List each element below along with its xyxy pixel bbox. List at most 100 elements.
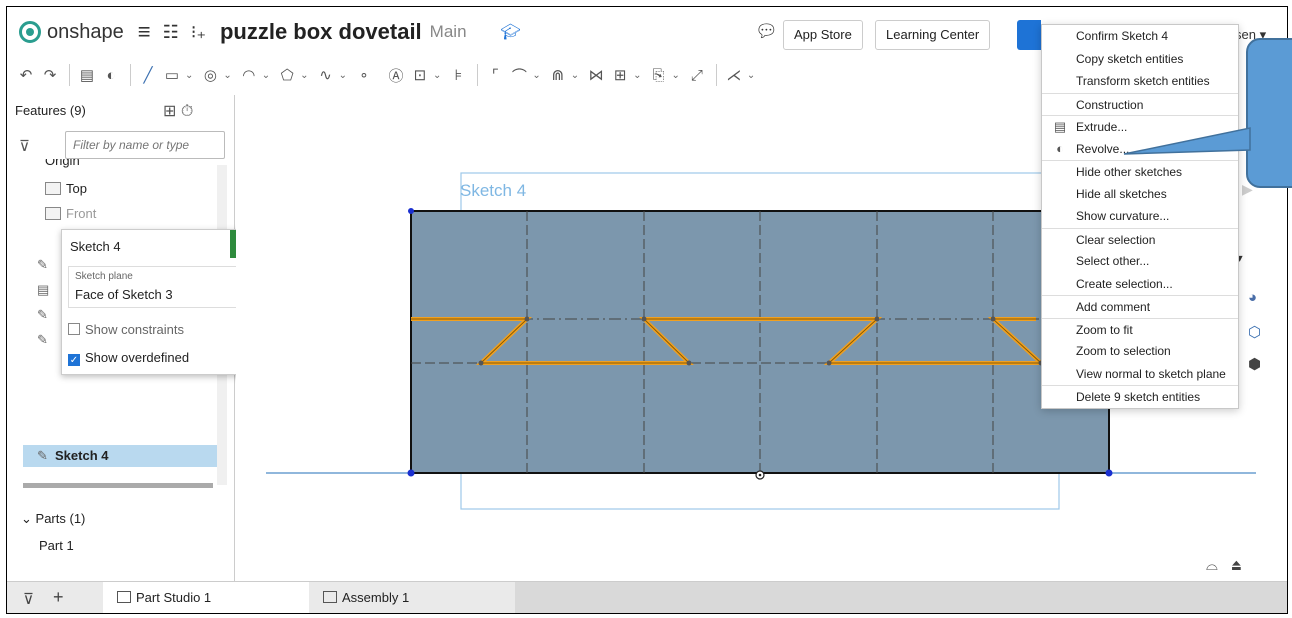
menu-item[interactable]: Zoom to selection (1042, 340, 1238, 363)
menu-item[interactable]: Select other... (1042, 250, 1238, 273)
menu-item[interactable]: Zoom to fit (1042, 317, 1238, 341)
sketch-plane-value: Face of Sketch 3 (75, 287, 173, 302)
dxf-import-icon[interactable]: ⎘ (648, 67, 670, 84)
measure-icon[interactable]: ⌓ (1206, 557, 1218, 574)
learning-center-button[interactable]: Learning Center (875, 20, 991, 50)
circle-tool-icon[interactable]: ◎ (199, 66, 221, 84)
app-name: onshape (47, 20, 124, 43)
insert-icon[interactable]: ⁝₊ (191, 22, 206, 43)
point-tool-icon[interactable]: ∘ (353, 66, 375, 84)
tree-item-sketch-4-selected[interactable]: ✎ Sketch 4 (23, 445, 223, 467)
feature-filter-input[interactable] (65, 131, 225, 159)
mirror-tool-icon[interactable]: ⋈ (585, 66, 607, 84)
menu-item[interactable]: Create selection... (1042, 273, 1238, 296)
revolve-tool-icon[interactable]: ◐ (100, 67, 122, 84)
parts-header-label: Parts (1) (35, 511, 86, 526)
text-tool-icon[interactable]: Ⓐ (385, 65, 407, 86)
document-name[interactable]: puzzle box dovetail (220, 19, 422, 45)
branch-name[interactable]: Main (430, 22, 467, 42)
undo-icon[interactable]: ↶ (15, 66, 37, 84)
chevron-down-icon[interactable]: ⌄ (747, 70, 755, 81)
share-button[interactable] (1017, 20, 1041, 50)
folder-icon[interactable]: ⊞ (163, 103, 176, 120)
filter-icon[interactable]: ⊽ (19, 137, 30, 155)
chevron-down-icon[interactable]: ⌄ (672, 70, 680, 81)
arc-tool-icon[interactable]: ◠ (238, 66, 260, 84)
revolve-icon: ◐ (1056, 140, 1064, 156)
comment-icon[interactable]: 💬︎ (755, 21, 778, 42)
chevron-down-icon[interactable]: ⌄ (339, 70, 347, 81)
menu-item-label: Zoom to fit (1076, 322, 1133, 337)
chevron-down-icon[interactable]: ⌄ (571, 70, 579, 81)
rollback-timer-icon[interactable]: ⏱︎ (181, 103, 193, 120)
chevron-down-icon[interactable]: ⌄ (262, 70, 270, 81)
horizontal-scrollbar[interactable] (23, 483, 213, 488)
tab-list-icon[interactable]: ⊽ (23, 590, 34, 608)
constraint-tool-icon[interactable]: ⋌ (723, 66, 745, 84)
extrude-tool-icon[interactable]: ▤ (76, 66, 98, 84)
midpoint-tool-icon[interactable]: ⊧ (447, 66, 469, 84)
trim-tool-icon[interactable]: ⌒ (508, 65, 530, 86)
toolbar-divider (130, 64, 131, 86)
tree-item-label: Origin (45, 159, 80, 168)
plane-icon (45, 207, 61, 220)
mass-properties-icon[interactable]: ⏏ (1230, 557, 1242, 574)
sketch-plane-field[interactable]: Sketch plane Face of Sketch 3 ✕ (68, 266, 254, 308)
chevron-down-icon[interactable]: ⌄ (633, 70, 641, 81)
menu-item[interactable]: Construction (1042, 92, 1238, 116)
sketch-dialog-title: Sketch 4 (70, 239, 121, 254)
spline-tool-icon[interactable]: ∿ (315, 66, 337, 84)
dimension-tool-icon[interactable]: ⤢ (686, 67, 708, 84)
part-item[interactable]: Part 1 (39, 538, 74, 553)
tree-item-label: Front (66, 206, 97, 221)
tree-item-origin[interactable]: Origin (45, 159, 80, 169)
fillet-tool-icon[interactable]: ⌜ (484, 66, 506, 84)
tab-part-studio[interactable]: Part Studio 1 (103, 582, 309, 613)
menu-item[interactable]: Confirm Sketch 4 (1042, 25, 1238, 48)
menu-item[interactable]: ◐ Revolve... (1042, 138, 1238, 161)
show-overdefined-checkbox[interactable]: ✓ Show overdefined (68, 350, 189, 366)
view-cube-icon[interactable]: ⬡ (1248, 323, 1261, 341)
menu-item-label: Create selection... (1076, 276, 1173, 291)
menu-item[interactable]: View normal to sketch plane (1042, 363, 1238, 386)
redo-icon[interactable]: ↷ (39, 66, 61, 84)
menu-item[interactable]: Transform sketch entities (1042, 70, 1238, 93)
menu-item[interactable]: Copy sketch entities (1042, 48, 1238, 71)
line-tool-icon[interactable]: ╱ (137, 66, 159, 84)
add-tab-icon[interactable]: + (53, 587, 64, 608)
pattern-tool-icon[interactable]: ⊞ (609, 66, 631, 84)
menu-item[interactable]: Delete 9 sketch entities (1042, 385, 1238, 408)
section-view-icon[interactable]: ⬢ (1248, 355, 1261, 373)
rectangle-tool-icon[interactable]: ▭ (161, 66, 183, 84)
onshape-logo-icon (19, 21, 41, 43)
learning-cap-icon[interactable]: 🎓︎ (501, 22, 521, 42)
onshape-logo[interactable]: onshape (19, 21, 124, 44)
chevron-down-icon[interactable]: ⌄ (300, 70, 308, 81)
menu-item-label: Show curvature... (1076, 209, 1170, 223)
menu-item[interactable]: Hide other sketches (1042, 160, 1238, 183)
construction-tool-icon[interactable]: ⊡ (409, 66, 431, 84)
app-store-button[interactable]: App Store (783, 20, 863, 50)
menu-item[interactable]: Clear selection (1042, 227, 1238, 251)
chevron-down-icon[interactable]: ⌄ (532, 70, 540, 81)
tree-item-front[interactable]: Front (45, 206, 96, 221)
show-constraints-checkbox[interactable]: Show constraints (68, 322, 184, 337)
menu-item[interactable]: Show curvature... (1042, 205, 1238, 228)
menu-item-label: Clear selection (1076, 232, 1156, 247)
menu-item-label: Hide other sketches (1076, 165, 1183, 179)
chevron-down-icon[interactable]: ⌄ (223, 70, 231, 81)
polygon-tool-icon[interactable]: ⬠ (276, 66, 298, 84)
tree-item-top[interactable]: Top (45, 181, 87, 196)
parts-header[interactable]: ⌄ Parts (1) (21, 511, 85, 527)
menu-item[interactable]: Add comment (1042, 295, 1238, 318)
feature-list-icon[interactable]: ☷ (163, 22, 179, 43)
hamburger-menu-icon[interactable]: ≡ (138, 19, 151, 45)
offset-tool-icon[interactable]: ⋒ (547, 66, 569, 84)
chevron-down-icon[interactable]: ⌄ (185, 70, 193, 81)
tab-assembly[interactable]: Assembly 1 (309, 582, 515, 613)
menu-item[interactable]: ▤ Extrude... (1042, 115, 1238, 138)
appearance-icon[interactable]: ◕ (1248, 289, 1257, 306)
sketch-icon: ✎ (37, 257, 48, 272)
chevron-down-icon[interactable]: ⌄ (433, 70, 441, 81)
menu-item[interactable]: Hide all sketches (1042, 183, 1238, 206)
